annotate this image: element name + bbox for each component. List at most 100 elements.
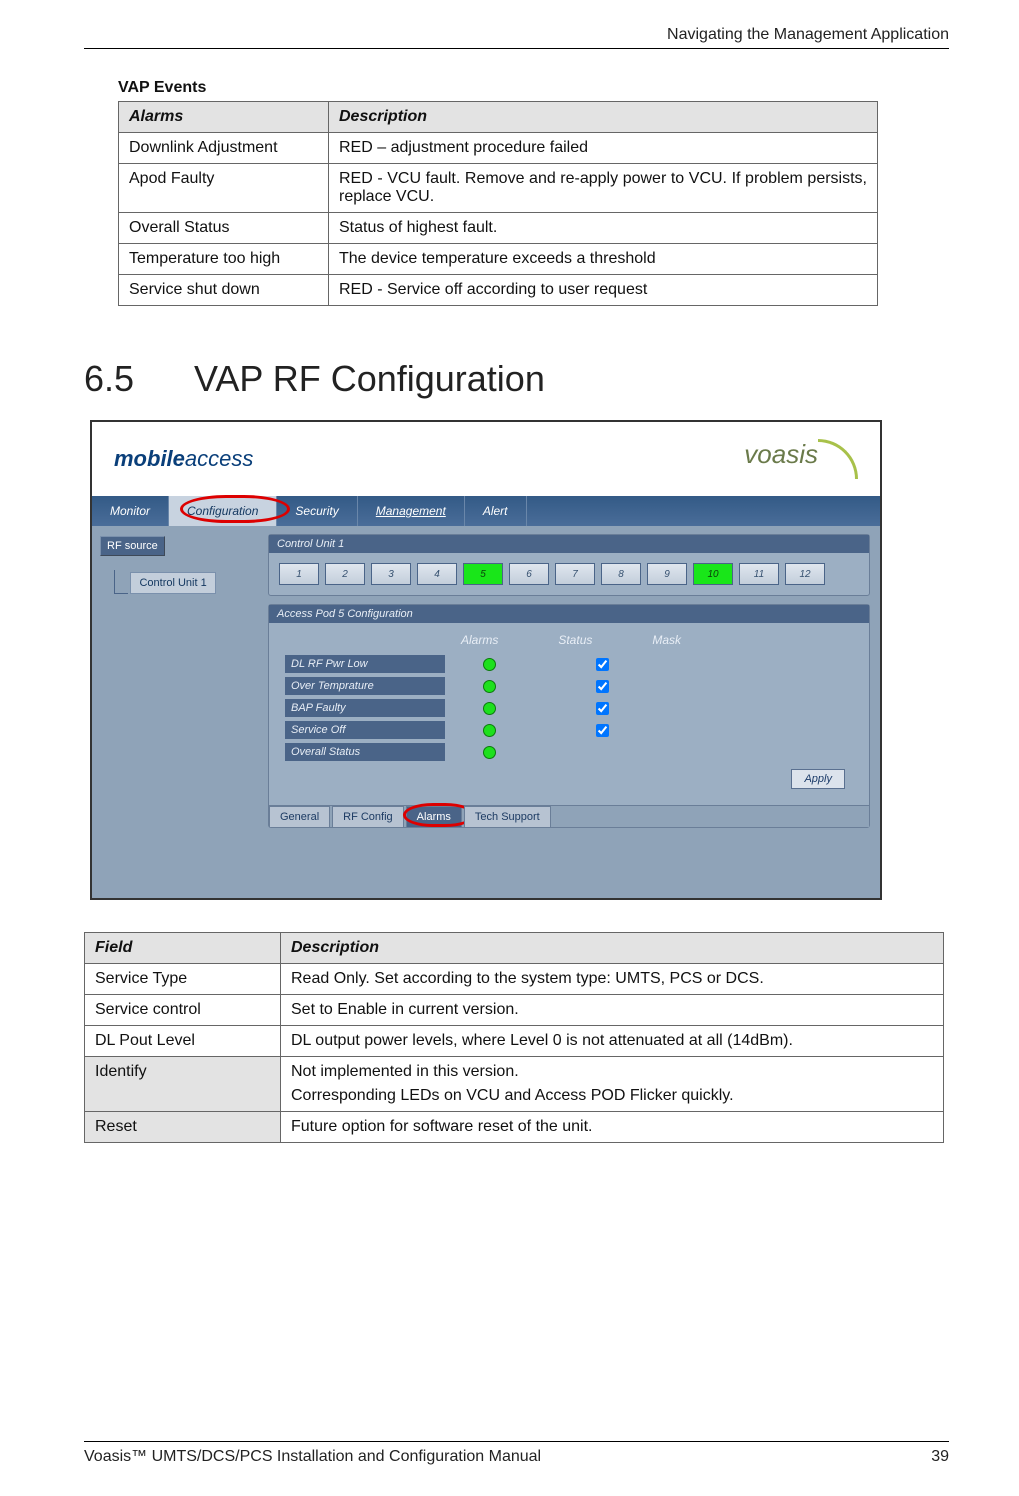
- table-row: Overall Status Status of highest fault.: [119, 213, 878, 244]
- section-title-text: VAP RF Configuration: [194, 358, 545, 399]
- cell-desc: Not implemented in this version. Corresp…: [281, 1057, 944, 1112]
- apply-button[interactable]: Apply: [791, 769, 845, 789]
- table-row: Service control Set to Enable in current…: [85, 995, 944, 1026]
- cfg-row-service-off: Service Off: [285, 719, 853, 741]
- table-row: Reset Future option for software reset o…: [85, 1112, 944, 1143]
- slot-12[interactable]: 12: [785, 563, 825, 585]
- cfg-name: Over Temprature: [285, 677, 445, 695]
- status-dot-icon: [483, 702, 496, 715]
- main-tabs: Monitor Configuration Security Managemen…: [92, 496, 880, 526]
- mask-checkbox[interactable]: [596, 702, 609, 715]
- mask-checkbox[interactable]: [596, 658, 609, 671]
- cell-desc: Future option for software reset of the …: [281, 1112, 944, 1143]
- subtab-alarms[interactable]: Alarms: [406, 806, 462, 827]
- slot-8[interactable]: 8: [601, 563, 641, 585]
- subtab-general[interactable]: General: [269, 806, 330, 827]
- cfg-name: Service Off: [285, 721, 445, 739]
- cell-desc-line1: Not implemented in this version.: [291, 1063, 933, 1081]
- mask-checkbox[interactable]: [596, 724, 609, 737]
- section-number: 6.5: [84, 358, 194, 400]
- logo-mobileaccess: mobileaccess: [114, 446, 253, 472]
- cfg-name: Overall Status: [285, 743, 445, 761]
- cfg-column-headers: Alarms Status Mask: [461, 633, 853, 647]
- col-field: Field: [85, 933, 281, 964]
- control-unit-panel: Control Unit 1 1 2 3 4 5 6 7 8 9 10 11 1…: [268, 534, 870, 596]
- col-alarms: Alarms: [119, 102, 329, 133]
- cell-desc: RED - Service off according to user requ…: [329, 275, 878, 306]
- cell-field: Service Type: [85, 964, 281, 995]
- table-row: Apod Faulty RED - VCU fault. Remove and …: [119, 164, 878, 213]
- slot-6[interactable]: 6: [509, 563, 549, 585]
- table-row: DL Pout Level DL output power levels, wh…: [85, 1026, 944, 1057]
- sidebar-rf-source-label: RF source: [100, 536, 165, 556]
- page-header: Navigating the Management Application: [84, 18, 949, 49]
- cell-alarm: Downlink Adjustment: [119, 133, 329, 164]
- table-row: Service shut down RED - Service off acco…: [119, 275, 878, 306]
- tab-management[interactable]: Management: [358, 496, 465, 526]
- access-pod-config-title: Access Pod 5 Configuration: [269, 605, 869, 623]
- slot-9[interactable]: 9: [647, 563, 687, 585]
- cell-desc: Set to Enable in current version.: [281, 995, 944, 1026]
- slot-5[interactable]: 5: [463, 563, 503, 585]
- cfg-col-status: Status: [558, 633, 592, 647]
- cell-field: DL Pout Level: [85, 1026, 281, 1057]
- slot-2[interactable]: 2: [325, 563, 365, 585]
- highlight-config-oval: [180, 495, 290, 523]
- slot-11[interactable]: 11: [739, 563, 779, 585]
- subtab-tech-support[interactable]: Tech Support: [464, 806, 551, 827]
- app-screenshot: mobileaccess voasis Monitor Configuratio…: [90, 420, 882, 900]
- tree-line-icon: [114, 570, 128, 594]
- col-description: Description: [329, 102, 878, 133]
- cell-alarm: Overall Status: [119, 213, 329, 244]
- sidebar-item-control-unit-1[interactable]: Control Unit 1: [130, 572, 215, 594]
- cfg-row-bap-faulty: BAP Faulty: [285, 697, 853, 719]
- cell-alarm: Apod Faulty: [119, 164, 329, 213]
- swoosh-icon: [818, 439, 858, 479]
- sidebar: RF source Control Unit 1: [92, 526, 264, 898]
- mask-checkbox[interactable]: [596, 680, 609, 693]
- cell-desc: Read Only. Set according to the system t…: [281, 964, 944, 995]
- status-dot-icon: [483, 724, 496, 737]
- slot-4[interactable]: 4: [417, 563, 457, 585]
- col-description2: Description: [281, 933, 944, 964]
- cell-desc-line2: Corresponding LEDs on VCU and Access POD…: [291, 1087, 933, 1105]
- cell-alarm: Service shut down: [119, 275, 329, 306]
- table-row: Identify Not implemented in this version…: [85, 1057, 944, 1112]
- tab-alert[interactable]: Alert: [465, 496, 527, 526]
- cell-desc: DL output power levels, where Level 0 is…: [281, 1026, 944, 1057]
- slot-row: 1 2 3 4 5 6 7 8 9 10 11 12: [269, 553, 869, 595]
- status-dot-icon: [483, 680, 496, 693]
- slot-3[interactable]: 3: [371, 563, 411, 585]
- access-pod-config-panel: Access Pod 5 Configuration Alarms Status…: [268, 604, 870, 828]
- subtab-rf-config[interactable]: RF Config: [332, 806, 404, 827]
- subtabs: General RF Config Alarms Tech Support: [269, 805, 869, 827]
- cfg-col-alarms: Alarms: [461, 633, 498, 647]
- field-description-table: Field Description Service Type Read Only…: [84, 932, 944, 1143]
- slot-7[interactable]: 7: [555, 563, 595, 585]
- table-row: Temperature too high The device temperat…: [119, 244, 878, 275]
- cfg-row-dl-rf-pwr-low: DL RF Pwr Low: [285, 653, 853, 675]
- slot-1[interactable]: 1: [279, 563, 319, 585]
- page-number: 39: [931, 1448, 949, 1466]
- status-dot-icon: [483, 746, 496, 759]
- footer-left: Voasis™ UMTS/DCS/PCS Installation and Co…: [84, 1448, 541, 1466]
- cell-desc: RED – adjustment procedure failed: [329, 133, 878, 164]
- cell-desc: The device temperature exceeds a thresho…: [329, 244, 878, 275]
- cfg-row-overall-status: Overall Status: [285, 741, 853, 763]
- status-dot-icon: [483, 658, 496, 671]
- slot-10[interactable]: 10: [693, 563, 733, 585]
- table-row: Downlink Adjustment RED – adjustment pro…: [119, 133, 878, 164]
- cell-desc: RED - VCU fault. Remove and re-apply pow…: [329, 164, 878, 213]
- section-heading: 6.5VAP RF Configuration: [84, 358, 949, 400]
- cell-field: Service control: [85, 995, 281, 1026]
- cell-field: Identify: [85, 1057, 281, 1112]
- tab-monitor[interactable]: Monitor: [92, 496, 169, 526]
- vap-events-title: VAP Events: [118, 79, 949, 97]
- cell-field: Reset: [85, 1112, 281, 1143]
- vap-events-table: Alarms Description Downlink Adjustment R…: [118, 101, 878, 306]
- logo-voasis: voasis: [744, 439, 858, 479]
- cfg-name: BAP Faulty: [285, 699, 445, 717]
- app-header: mobileaccess voasis: [92, 422, 880, 496]
- cfg-col-mask: Mask: [652, 633, 681, 647]
- cell-alarm: Temperature too high: [119, 244, 329, 275]
